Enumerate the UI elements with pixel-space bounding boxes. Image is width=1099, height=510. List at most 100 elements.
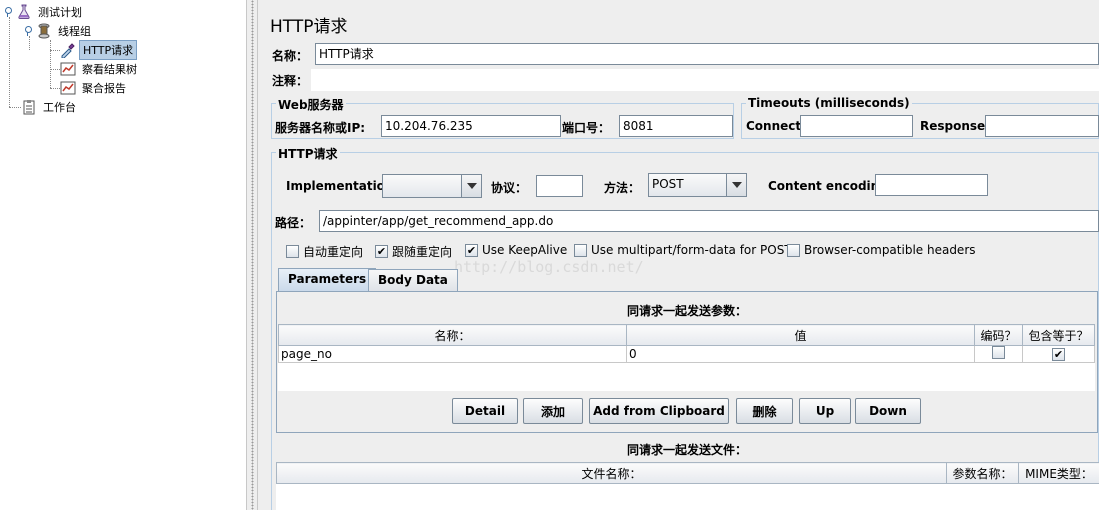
column-header-encode[interactable]: 编码？: [974, 324, 1023, 346]
panel-splitter[interactable]: [246, 0, 258, 510]
comment-label: 注释：: [272, 74, 309, 88]
page-title: HTTP请求: [270, 17, 348, 37]
multipart-checkbox[interactable]: Use multipart/form-data for POST: [574, 243, 792, 257]
spool-icon: [36, 23, 52, 39]
chart-icon: [60, 61, 76, 77]
checkbox-label: Browser-compatible headers: [804, 243, 976, 257]
name-field[interactable]: HTTP请求: [315, 43, 1099, 65]
tree-connector: [50, 69, 60, 70]
content-encoding-label: Content encoding:: [768, 179, 893, 193]
tree-connector: [50, 40, 51, 88]
tree-item-label: 测试计划: [38, 6, 82, 19]
delete-button[interactable]: 删除: [736, 398, 793, 424]
response-label: Response:: [920, 119, 990, 133]
tree-item-label: 聚合报告: [82, 82, 126, 95]
path-field[interactable]: /appinter/app/get_recommend_app.do: [319, 210, 1099, 232]
tree-expand-toggle[interactable]: [3, 7, 13, 17]
content-encoding-field[interactable]: [875, 174, 988, 196]
method-label: 方法：: [604, 181, 641, 195]
http-request-panel: HTTP请求 名称： HTTP请求 注释： Web服务器 服务器名称或IP: 1…: [258, 0, 1099, 510]
tree-item-aggregate-report[interactable]: 聚合报告: [60, 79, 129, 97]
server-field[interactable]: 10.204.76.235: [381, 115, 561, 137]
include-equals-cell[interactable]: ✔: [1022, 345, 1095, 363]
checkbox-label: 跟随重定向: [392, 245, 453, 259]
files-table[interactable]: 文件名称： 参数名称： MIME类型：: [276, 461, 1099, 510]
tree-item-thread-group[interactable]: 线程组: [23, 22, 94, 40]
table-empty-area: [277, 484, 1099, 510]
auto-redirect-checkbox[interactable]: 自动重定向: [286, 243, 363, 260]
tab-body-data[interactable]: Body Data: [368, 269, 458, 291]
checkbox-box[interactable]: [286, 245, 299, 258]
column-header-include-equals[interactable]: 包含等于？: [1022, 324, 1095, 346]
http-request-group-title: HTTP请求: [276, 145, 340, 162]
flask-icon: [16, 4, 32, 20]
port-label: 端口号：: [562, 121, 611, 135]
tree-expand-toggle[interactable]: [23, 26, 33, 36]
check-icon[interactable]: ✔: [375, 245, 388, 258]
clipboard-icon: [21, 99, 37, 115]
chevron-down-icon[interactable]: [461, 175, 481, 197]
keepalive-checkbox[interactable]: ✔ Use KeepAlive: [465, 243, 567, 257]
connect-timeout-field[interactable]: [800, 115, 913, 137]
column-header-file-name[interactable]: 文件名称：: [276, 461, 947, 485]
checkbox-label: Use multipart/form-data for POST: [591, 243, 792, 257]
tree-connector: [50, 50, 60, 51]
down-button[interactable]: Down: [855, 398, 921, 424]
up-button[interactable]: Up: [799, 398, 851, 424]
column-header-mime-type[interactable]: MIME类型：: [1018, 461, 1099, 485]
server-label: 服务器名称或IP:: [275, 121, 366, 135]
browser-headers-checkbox[interactable]: Browser-compatible headers: [787, 243, 976, 257]
detail-button[interactable]: Detail: [452, 398, 518, 424]
implementation-select[interactable]: [382, 174, 482, 198]
tree-item-results-tree[interactable]: 察看结果树: [60, 60, 140, 78]
checkbox-box[interactable]: [574, 243, 587, 257]
column-header-value[interactable]: 值: [626, 324, 975, 346]
files-caption: 同请求一起发送文件：: [626, 443, 747, 457]
param-value-cell[interactable]: 0: [626, 345, 975, 363]
tree-item-http-request[interactable]: HTTP请求: [60, 40, 138, 60]
timeouts-title: Timeouts (milliseconds): [746, 96, 912, 110]
column-header-name[interactable]: 名称：: [278, 324, 627, 346]
table-empty-area: [279, 363, 1095, 391]
encode-cell[interactable]: [974, 345, 1023, 363]
test-plan-tree[interactable]: 测试计划 线程组 HTTP请求 察看结果树 聚合报告 工作台: [0, 0, 246, 510]
column-header-param-name[interactable]: 参数名称：: [946, 461, 1019, 485]
tree-item-workbench[interactable]: 工作台: [21, 98, 79, 116]
method-value: POST: [652, 177, 684, 191]
web-server-title: Web服务器: [276, 96, 346, 113]
tree-item-label: 工作台: [43, 101, 76, 114]
chart-icon: [60, 80, 76, 96]
method-select[interactable]: POST: [648, 173, 747, 197]
check-icon[interactable]: ✔: [1052, 348, 1065, 361]
watermark: http://blog.csdn.net/: [454, 258, 644, 276]
table-row[interactable]: page_no 0 ✔: [278, 345, 1095, 363]
dropper-icon: [60, 42, 76, 59]
protocol-label: 协议：: [491, 181, 528, 195]
checkbox-box[interactable]: [787, 243, 800, 257]
tree-connector: [50, 88, 60, 89]
follow-redirect-checkbox[interactable]: ✔ 跟随重定向: [375, 243, 452, 260]
checkbox-box[interactable]: [992, 346, 1005, 359]
protocol-field[interactable]: [536, 175, 583, 197]
response-timeout-field[interactable]: [985, 115, 1099, 137]
chevron-down-icon[interactable]: [726, 174, 746, 196]
port-field[interactable]: 8081: [619, 115, 733, 137]
connect-label: Connect:: [746, 119, 806, 133]
comment-field[interactable]: [311, 69, 1099, 91]
tree-item-test-plan[interactable]: 测试计划: [3, 3, 85, 21]
add-button[interactable]: 添加: [523, 398, 583, 424]
tree-connector: [9, 107, 21, 108]
name-label: 名称：: [272, 49, 309, 63]
path-label: 路径：: [275, 216, 312, 230]
tab-parameters[interactable]: Parameters: [278, 268, 377, 292]
check-icon[interactable]: ✔: [465, 243, 478, 257]
parameters-table[interactable]: 名称： 值 编码？ 包含等于？ page_no 0 ✔: [278, 324, 1095, 391]
tree-item-label: HTTP请求: [79, 40, 138, 60]
implementation-value: [383, 175, 461, 197]
add-from-clipboard-button[interactable]: Add from Clipboard: [589, 398, 729, 424]
tree-item-label: 察看结果树: [82, 63, 137, 76]
params-caption: 同请求一起发送参数：: [626, 304, 747, 318]
tree-item-label: 线程组: [58, 25, 91, 38]
checkbox-label: 自动重定向: [303, 245, 364, 259]
param-name-cell[interactable]: page_no: [278, 345, 627, 363]
